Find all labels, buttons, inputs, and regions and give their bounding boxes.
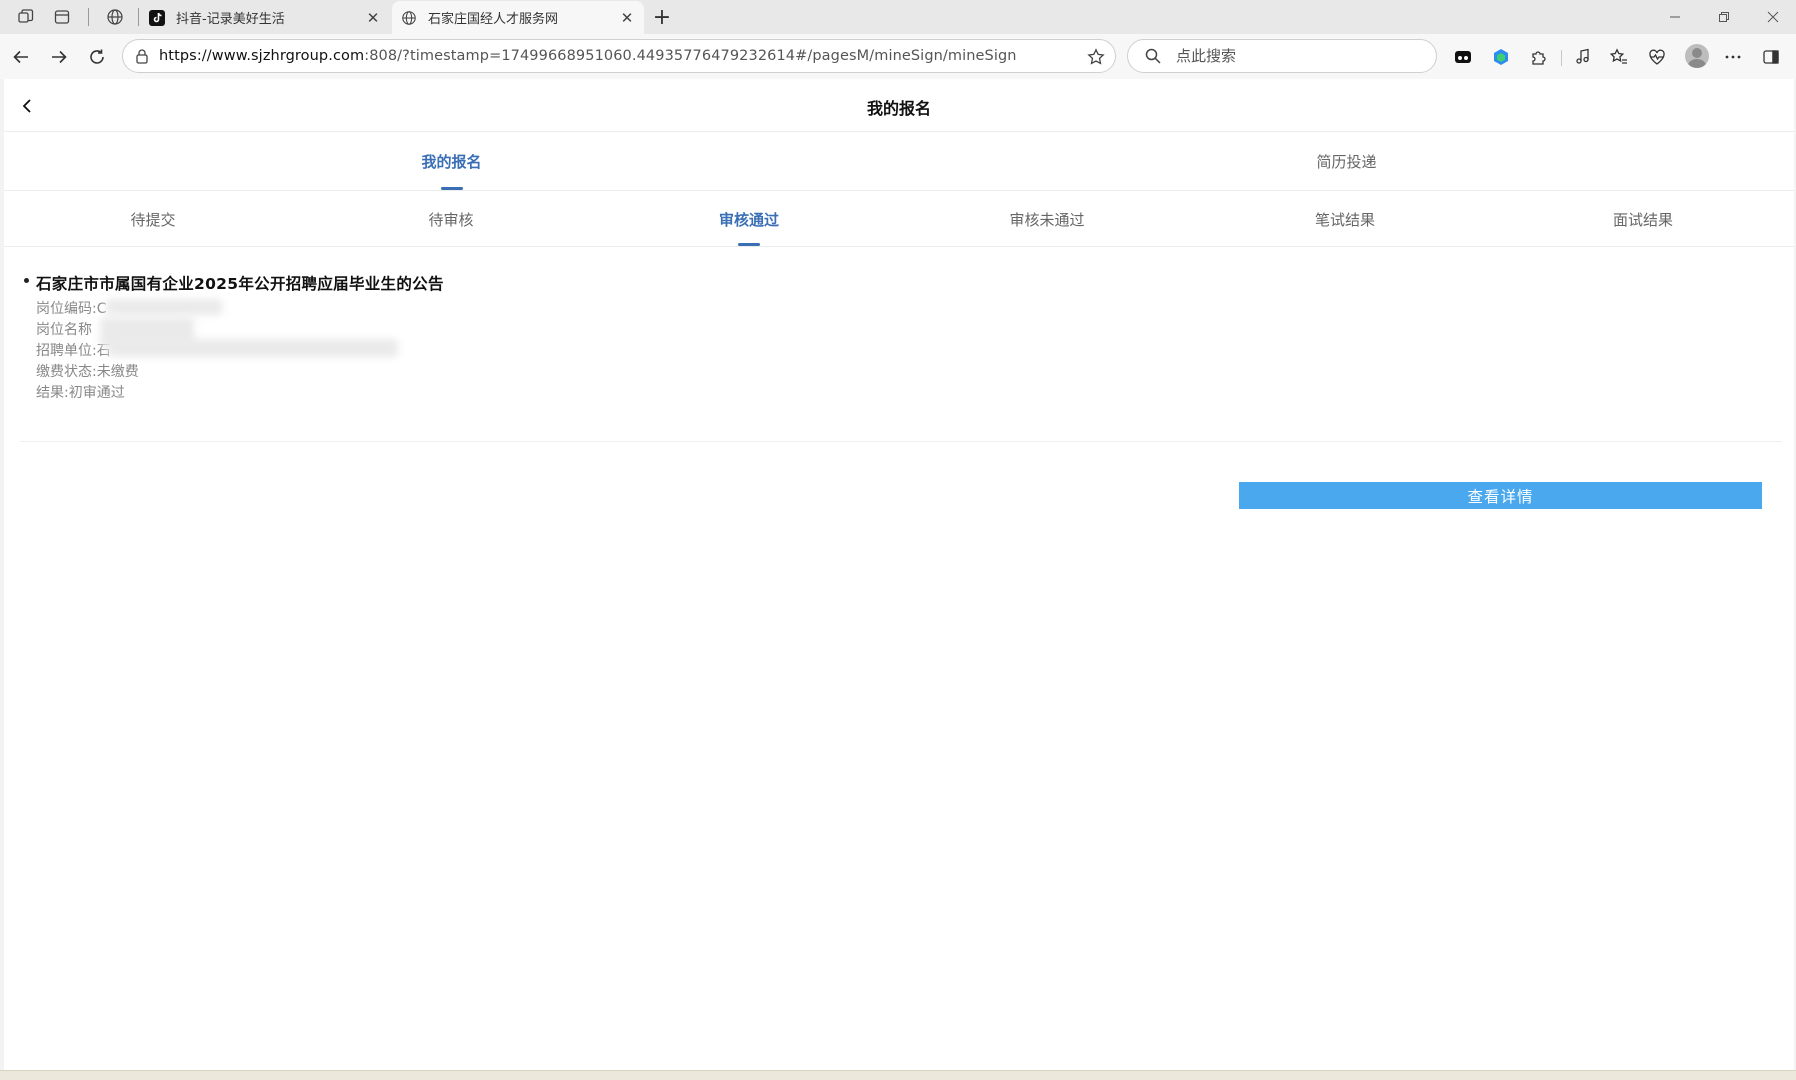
browser-toolbar: https://www.sjzhrgroup.com:808/?timestam… [0,34,1796,79]
position-name: 岗位名称 [36,322,92,338]
close-window-icon[interactable] [1750,0,1796,34]
main-tabs: 我的报名 简历投递 [4,132,1794,191]
refresh-icon[interactable] [82,42,112,72]
tab-pending-submit[interactable]: 待提交 [4,192,302,246]
globe-icon [400,9,418,27]
tab-strip-separator [88,8,89,26]
page-title: 我的报名 [866,99,931,118]
tab-resume-submission[interactable]: 简历投递 [899,132,1794,190]
favorites-star-list-icon[interactable] [1606,44,1632,70]
bullet-dot [24,278,29,283]
minimize-icon[interactable] [1652,0,1698,34]
url-rest: :808/?timestamp=17499668951060.449357764… [364,48,1017,64]
back-arrow-icon[interactable] [6,42,36,72]
tab-title: 抖音-记录美好生活 [176,12,285,27]
workspaces-icon[interactable] [12,4,40,30]
read-aloud-icon[interactable] [1570,44,1596,70]
view-details-button[interactable]: 查看详情 [1239,482,1762,509]
tab-review-failed[interactable]: 审核未通过 [898,192,1196,246]
restore-icon[interactable] [1701,0,1747,34]
search-box[interactable] [1127,39,1437,73]
tab-review-passed[interactable]: 审核通过 [600,192,898,246]
taskbar-edge [0,1070,1796,1080]
sidebar-toggle-icon[interactable] [1758,44,1784,70]
profile-avatar[interactable] [1685,44,1709,68]
tab-my-registration[interactable]: 我的报名 [4,132,899,190]
browser-essentials-icon[interactable] [1644,44,1670,70]
favorite-star-icon[interactable] [1085,46,1107,68]
vertical-tabs-icon[interactable] [48,4,76,30]
globe-icon[interactable] [101,4,129,30]
toolbar-separator [1561,50,1562,66]
review-result: 结果:初审通过 [36,385,125,401]
url-text[interactable]: https://www.sjzhrgroup.com:808/?timestam… [159,48,1017,64]
more-options-icon[interactable] [1720,44,1746,70]
redacted-employer [108,339,398,357]
status-tabs: 待提交 待审核 审核通过 审核未通过 笔试结果 面试结果 [4,192,1794,247]
payment-status: 缴费状态:未缴费 [36,364,139,380]
tab-title: 石家庄国经人才服务网 [428,12,559,27]
page-header: 我的报名 [4,79,1794,132]
browser-tab-strip: 抖音-记录美好生活 ✕ 石家庄国经人才服务网 ✕ + [0,0,1796,34]
close-tab-icon[interactable]: ✕ [616,7,638,29]
extension-shield-icon[interactable] [1488,44,1514,70]
search-icon [1144,47,1162,65]
redacted-position-code [106,299,222,315]
search-input[interactable] [1176,47,1416,65]
record-title: 石家庄市市属国有企业2025年公开招聘应届毕业生的公告 [36,275,444,293]
lock-icon[interactable] [133,47,151,65]
browser-tab-douyin[interactable]: 抖音-记录美好生活 ✕ [140,1,390,34]
registration-record: 石家庄市市属国有企业2025年公开招聘应届毕业生的公告 岗位编码:C 岗位名称 … [20,272,1782,442]
close-tab-icon[interactable]: ✕ [362,7,384,29]
extensions-puzzle-icon[interactable] [1526,44,1552,70]
tab-written-exam-result[interactable]: 笔试结果 [1196,192,1494,246]
tab-pending-review[interactable]: 待审核 [302,192,600,246]
address-bar[interactable]: https://www.sjzhrgroup.com:808/?timestam… [122,39,1116,73]
position-code: 岗位编码:C [36,301,107,317]
tiktok-icon [148,9,166,27]
browser-tab-sjzhr[interactable]: 石家庄国经人才服务网 ✕ [392,1,644,34]
new-tab-plus-icon[interactable]: + [648,4,676,30]
extension-tab-icon[interactable] [1450,44,1476,70]
url-host: https://www.sjzhrgroup.com [159,48,365,64]
tab-interview-result[interactable]: 面试结果 [1494,192,1792,246]
web-page: 我的报名 我的报名 简历投递 待提交 待审核 审核通过 审核未通过 笔试结果 面… [4,79,1794,1070]
tab-strip-separator [138,8,139,26]
forward-arrow-icon[interactable] [44,42,74,72]
